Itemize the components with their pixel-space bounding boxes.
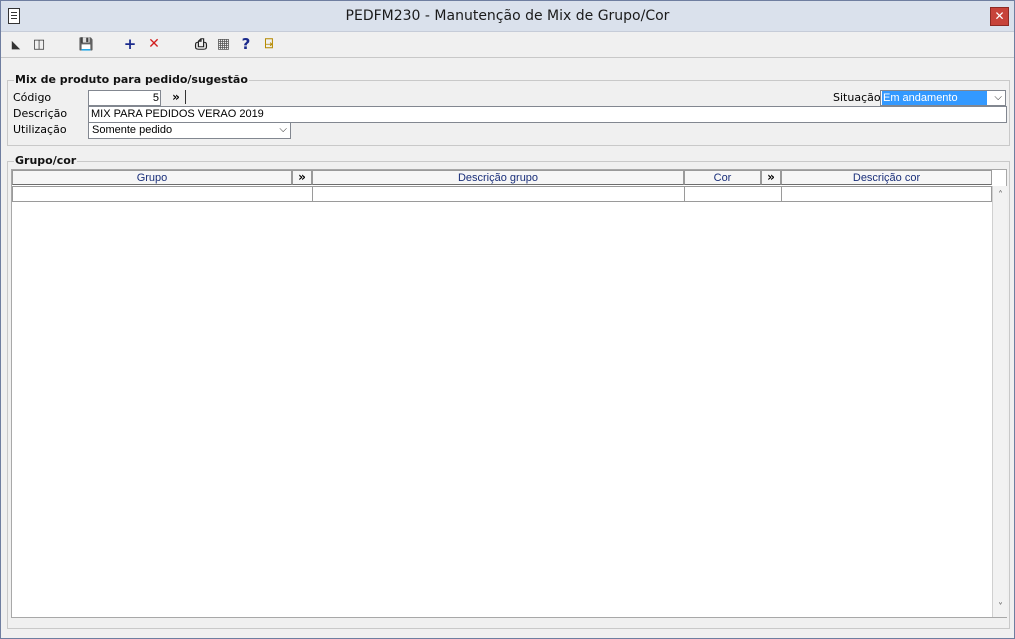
mix-section-title: Mix de produto para pedido/sugestão (14, 73, 249, 86)
title-bar: PEDFM230 - Manutenção de Mix de Grupo/Co… (1, 1, 1014, 32)
grid-cell-descricao-grupo[interactable] (312, 186, 685, 202)
save-icon[interactable]: 💾 (78, 36, 94, 53)
cor-lookup-button[interactable]: » (761, 170, 781, 185)
help-icon[interactable]: ? (239, 36, 253, 53)
exit-door-icon[interactable]: ⍈ (261, 36, 277, 53)
utilizacao-label: Utilização (13, 123, 67, 136)
copy-records-icon[interactable]: ◫ (31, 36, 47, 53)
grupo-lookup-button[interactable]: » (292, 170, 312, 185)
column-header-descricao-cor[interactable]: Descrição cor (781, 170, 992, 185)
first-record-icon[interactable]: ◣ (9, 36, 23, 53)
calculator-icon[interactable]: ▦ (215, 36, 232, 53)
toolbar: ◣ ◫ 💾 + ✕ ⎙ ▦ ? ⍈ (1, 32, 1014, 58)
column-header-grupo[interactable]: Grupo (12, 170, 292, 185)
descricao-label: Descrição (13, 107, 68, 120)
situacao-select[interactable]: Em andamento ⌵ (880, 90, 1006, 106)
delete-icon[interactable]: ✕ (147, 36, 161, 53)
scroll-up-icon[interactable]: ˄ (993, 188, 1008, 203)
descricao-field[interactable]: MIX PARA PEDIDOS VERAO 2019 (88, 106, 1007, 123)
main-window: PEDFM230 - Manutenção de Mix de Grupo/Co… (0, 0, 1015, 639)
utilizacao-select[interactable]: Somente pedido ⌵ (88, 122, 291, 139)
grid-cell-grupo[interactable] (12, 186, 313, 202)
window-title: PEDFM230 - Manutenção de Mix de Grupo/Co… (345, 8, 670, 24)
utilizacao-selected-value: Somente pedido (92, 124, 173, 136)
chevron-down-icon: ⌵ (279, 124, 287, 135)
codigo-lookup-button[interactable]: » (167, 90, 186, 104)
situacao-selected-value: Em andamento (882, 91, 987, 105)
add-icon[interactable]: + (123, 36, 137, 53)
vertical-scrollbar[interactable]: ˄ ˅ (992, 186, 1007, 617)
column-header-descricao-grupo[interactable]: Descrição grupo (312, 170, 684, 185)
scroll-down-icon[interactable]: ˅ (993, 600, 1008, 615)
grupo-cor-section-title: Grupo/cor (14, 154, 78, 167)
codigo-field[interactable]: 5 (88, 90, 161, 106)
codigo-label: Código (13, 91, 52, 104)
column-header-cor[interactable]: Cor (684, 170, 761, 185)
situacao-label: Situação (833, 91, 881, 104)
grupo-cor-grid (11, 169, 1007, 618)
grid-cell-descricao-cor[interactable] (781, 186, 992, 202)
grid-cell-cor[interactable] (684, 186, 782, 202)
print-icon[interactable]: ⎙ (192, 36, 210, 53)
chevron-down-icon: ⌵ (994, 92, 1002, 103)
close-button[interactable]: ✕ (990, 7, 1009, 26)
